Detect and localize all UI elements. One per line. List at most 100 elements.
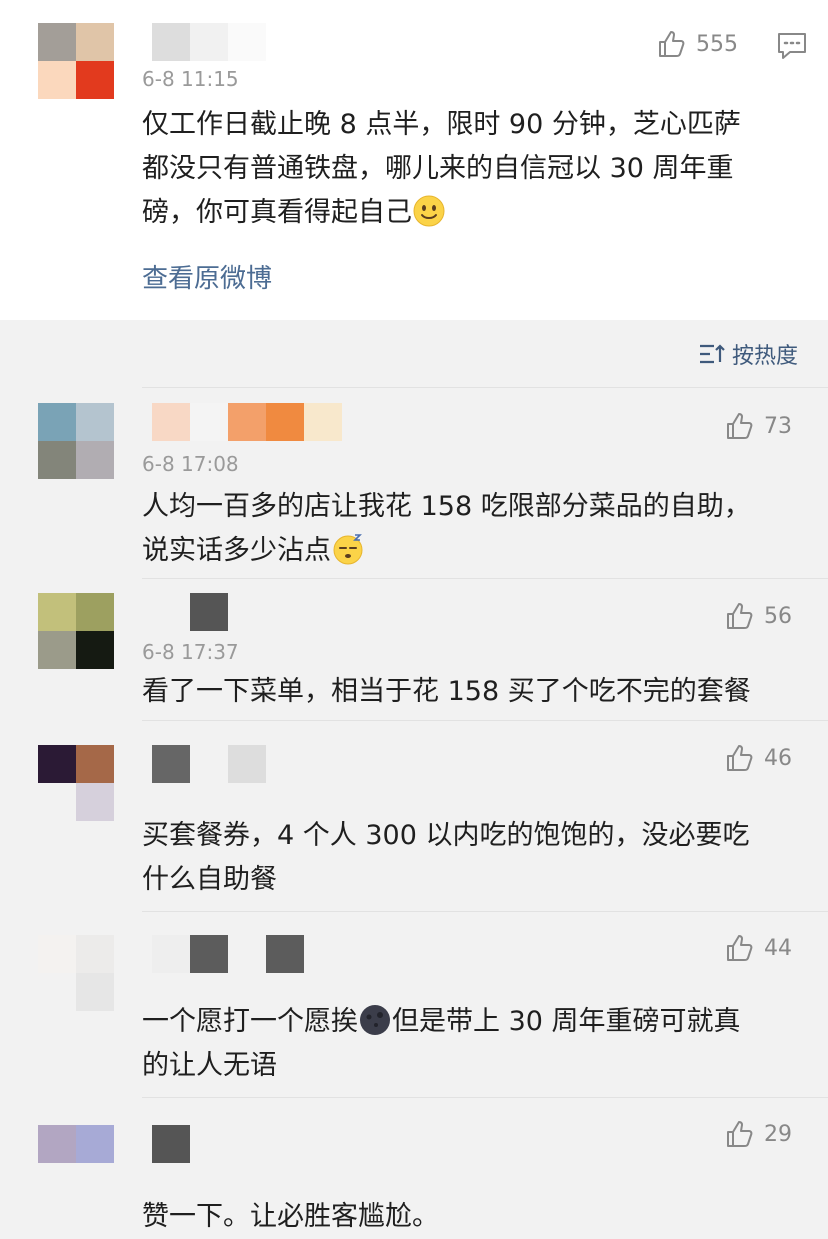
comment-line-text: 赞一下。让必胜客尴尬。 [142,1201,439,1232]
comment-line: 买套餐券，4 个人 300 以内吃的饱饱的，没必要吃 [142,814,812,858]
avatar-pixel [38,441,76,479]
thumbs-up-icon [659,31,685,57]
like-count: 555 [696,31,738,57]
comment-line: 说实话多少沾点 [142,529,812,573]
avatar-pixel [76,973,114,1011]
like-count: 44 [764,935,792,961]
sort-label: 按热度 [731,344,798,369]
comment-line: 仅工作日截止晚 8 点半，限时 90 分钟，芝心匹萨 [142,109,741,140]
comment-line-text: 人均一百多的店让我花 158 吃限部分菜品的自助， [142,491,751,522]
comment-text: 仅工作日截止晚 8 点半，限时 90 分钟，芝心匹萨 都没只有普通铁盘，哪儿来的… [142,103,812,235]
name-pixel [266,935,304,973]
divider [142,578,828,579]
like-button[interactable]: 73 [724,410,792,442]
username-redacted[interactable] [152,23,266,61]
username-redacted[interactable] [152,593,228,631]
avatar-pixel [76,403,114,441]
comment-line: 磅，你可真看得起自己 [142,191,812,235]
comment-text: 买套餐券，4 个人 300 以内吃的饱饱的，没必要吃 什么自助餐 [142,814,812,902]
name-pixel [152,1125,190,1163]
avatar-pixel [76,23,114,61]
thumbs-up-icon [727,603,753,629]
thumbs-up-icon [727,745,753,771]
avatar-pixel [76,593,114,631]
avatar-pixel [38,61,76,99]
divider [142,911,828,912]
divider [142,387,828,388]
username-redacted[interactable] [152,403,342,441]
avatar-pixel [76,1125,114,1163]
smile-emoji-icon [413,195,445,226]
avatar-pixel [38,631,76,669]
like-button[interactable]: 56 [724,600,792,632]
name-pixel [152,745,190,783]
like-button[interactable]: 46 [724,742,792,774]
name-pixel [152,935,190,973]
comment-line: 都没只有普通铁盘，哪儿来的自信冠以 30 周年重 [142,153,734,184]
comment-icon[interactable] [776,31,808,61]
sort-button[interactable]: 按热度 [698,338,798,370]
like-count: 46 [764,745,792,771]
name-pixel [152,403,190,441]
like-button[interactable]: 555 [656,28,738,60]
like-button[interactable]: 44 [724,932,792,964]
avatar[interactable] [38,745,114,821]
name-pixel [190,935,228,973]
like-button[interactable]: 29 [724,1118,792,1150]
comment-line-text: 什么自助餐 [142,864,277,895]
comment-line: 赞一下。让必胜客尴尬。 [142,1195,812,1239]
avatar[interactable] [38,935,114,1011]
avatar-pixel [76,1163,114,1201]
avatar-pixel [38,935,76,973]
username-redacted[interactable] [152,935,304,973]
name-pixel [228,935,266,973]
thumbs-up-icon [727,935,753,961]
avatar-pixel [38,973,76,1011]
avatar-pixel [76,745,114,783]
comment-line: 的让人无语 [142,1044,812,1088]
name-pixel [190,23,228,61]
avatar[interactable] [38,403,114,479]
comment-text: 看了一下菜单，相当于花 158 买了个吃不完的套餐 [142,670,812,714]
like-count: 29 [764,1121,792,1147]
avatar-pixel [76,61,114,99]
name-pixel [152,23,190,61]
comment-text: 赞一下。让必胜客尴尬。 [142,1195,812,1239]
avatar-pixel [76,631,114,669]
view-original-link[interactable]: 查看原微博 [142,258,272,295]
name-pixel [190,403,228,441]
comment-line-text: 说实话多少沾点 [142,535,331,566]
comment-time: 6-8 11:15 [142,67,239,91]
avatar-pixel [38,403,76,441]
thumbs-up-icon [727,413,753,439]
comment-text: 人均一百多的店让我花 158 吃限部分菜品的自助， 说实话多少沾点 [142,485,812,573]
avatar[interactable] [38,593,114,669]
avatar[interactable] [38,1125,114,1201]
comment-line-text: 一个愿打一个愿挨 [142,1006,358,1037]
top-comment-card: 6-8 11:15 555 仅工作日截止晚 8 点半，限时 90 分钟，芝心匹萨… [0,0,828,320]
comment-line: 一个愿打一个愿挨 但是带上 30 周年重磅可就真 [142,1000,812,1044]
avatar[interactable] [38,23,114,99]
avatar-pixel [38,745,76,783]
divider [142,1097,828,1098]
avatar-pixel [38,783,76,821]
comment-line-text: 看了一下菜单，相当于花 158 买了个吃不完的套餐 [142,676,751,707]
username-redacted[interactable] [152,1125,190,1163]
comment-time: 6-8 17:37 [142,640,239,664]
like-count: 56 [764,603,792,629]
comment-line-text: 买套餐券，4 个人 300 以内吃的饱饱的，没必要吃 [142,820,750,851]
divider [142,720,828,721]
name-pixel [266,403,304,441]
comment-line-text: 但是带上 30 周年重磅可就真 [392,1006,741,1037]
comment-line-text: 的让人无语 [142,1050,277,1081]
name-pixel [304,403,342,441]
comment-time: 6-8 17:08 [142,452,239,476]
name-pixel [228,745,266,783]
thumbs-up-icon [727,1121,753,1147]
name-pixel [190,593,228,631]
name-pixel [228,23,266,61]
comment-line: 人均一百多的店让我花 158 吃限部分菜品的自助， [142,485,812,529]
name-pixel [152,593,190,631]
avatar-pixel [76,783,114,821]
username-redacted[interactable] [152,745,266,783]
